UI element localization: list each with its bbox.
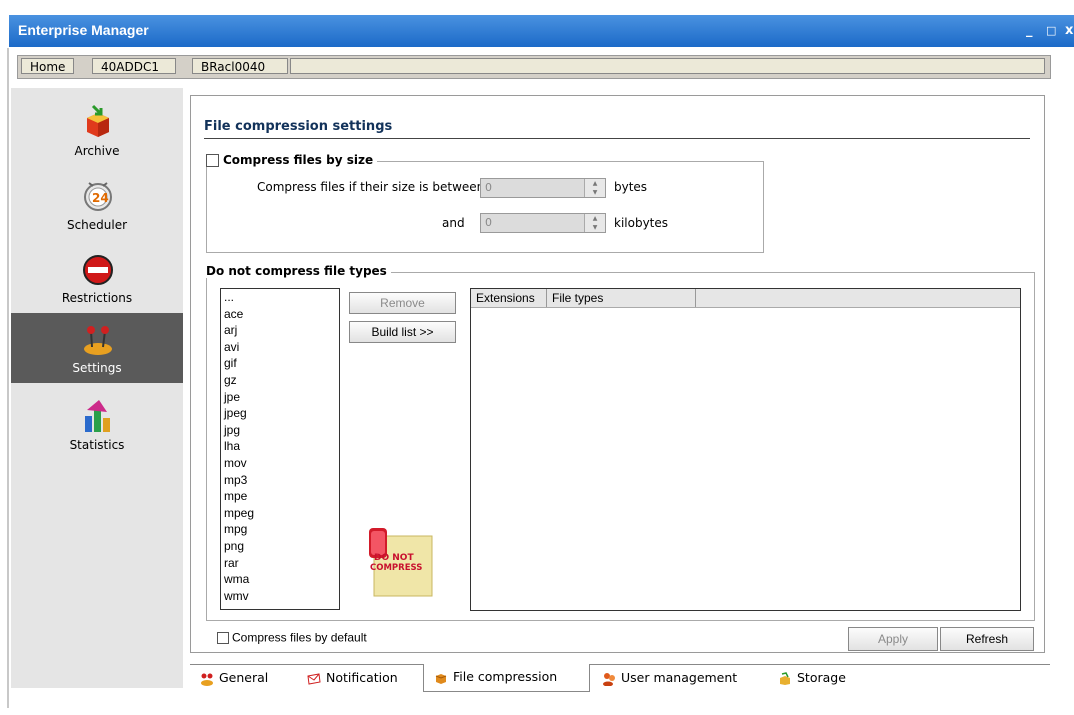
min-size-value: 0 [485, 181, 492, 194]
min-size-unit: bytes [614, 180, 648, 194]
compression-box-icon [435, 673, 447, 684]
size-between-label: Compress files if their size is between [257, 180, 485, 194]
compress-by-default-label: Compress files by default [232, 630, 367, 645]
tab-label: General [219, 670, 269, 685]
sidebar-item-label: Scheduler [66, 218, 128, 232]
compress-by-size-header: Compress files by size [206, 153, 378, 167]
apply-button[interactable]: Apply [848, 627, 938, 651]
tab-user-management[interactable]: User management [602, 666, 737, 690]
list-item[interactable]: ... [221, 289, 339, 306]
storage-box-icon [780, 671, 790, 685]
list-item[interactable]: wma [221, 571, 339, 588]
breadcrumb: Home 40ADDC1 BRacl0040 [17, 55, 1051, 79]
min-size-spinner[interactable]: ▲ ▼ [584, 179, 605, 197]
exclusions-title: Do not compress file types [206, 264, 391, 278]
minimize-button[interactable]: _ [1026, 23, 1033, 38]
compress-by-size-checkbox[interactable] [206, 154, 219, 167]
users-icon [603, 672, 615, 686]
joystick-icon [201, 673, 213, 686]
section-title: File compression settings [204, 119, 393, 134]
breadcrumb-filler [290, 58, 1045, 74]
archive-box-icon [87, 104, 109, 137]
list-item[interactable]: jpe [221, 389, 339, 406]
scheduler-clock-icon: 24 [84, 182, 112, 211]
file-types-grid[interactable]: Extensions File types [470, 288, 1021, 611]
compress-by-default-row: Compress files by default [217, 630, 367, 645]
do-not-compress-icon: DO NOT COMPRESS [369, 528, 433, 597]
column-file-types[interactable]: File types [547, 289, 696, 307]
tab-strip: General Notification File compression Us… [190, 664, 1050, 692]
svg-text:DO NOT: DO NOT [374, 553, 414, 563]
sidebar-item-archive[interactable]: Archive [11, 96, 183, 166]
section-divider [204, 138, 1030, 139]
build-list-button[interactable]: Build list >> [349, 321, 456, 343]
tab-storage[interactable]: Storage [778, 666, 846, 690]
list-item[interactable]: ace [221, 306, 339, 323]
list-item[interactable]: png [221, 538, 339, 555]
and-label: and [442, 216, 465, 230]
maximize-button[interactable]: □ [1046, 24, 1056, 37]
list-item[interactable]: wmv [221, 588, 339, 605]
tab-label: Notification [326, 670, 398, 685]
sidebar-item-label: Archive [74, 144, 120, 158]
compress-by-size-group [206, 161, 764, 253]
list-item[interactable]: gif [221, 355, 339, 372]
sidebar-item-settings[interactable]: Settings [11, 313, 183, 383]
list-item[interactable]: avi [221, 339, 339, 356]
breadcrumb-home[interactable]: Home [21, 58, 74, 74]
compress-by-default-checkbox[interactable] [217, 631, 229, 644]
list-item[interactable]: lha [221, 438, 339, 455]
sidebar-item-label: Restrictions [61, 291, 133, 305]
sidebar-item-scheduler[interactable]: 24 Scheduler [11, 170, 183, 240]
tab-general[interactable]: General [200, 666, 268, 690]
list-item[interactable]: gz [221, 372, 339, 389]
list-item[interactable]: rar [221, 555, 339, 572]
column-extensions[interactable]: Extensions [471, 289, 547, 307]
list-item[interactable]: jpg [221, 422, 339, 439]
window-frame-left [7, 48, 9, 708]
close-button[interactable]: x [1065, 23, 1073, 38]
window-title: Enterprise Manager [18, 22, 149, 38]
list-item[interactable]: mp3 [221, 472, 339, 489]
sidebar-item-restrictions[interactable]: Restrictions [11, 243, 183, 313]
max-size-input[interactable]: 0 ▲ ▼ [480, 213, 606, 233]
tab-label: Storage [797, 670, 846, 685]
tab-file-compression[interactable]: File compression [423, 664, 590, 692]
max-size-spinner[interactable]: ▲ ▼ [584, 214, 605, 232]
tab-label: User management [621, 670, 738, 685]
max-size-unit: kilobytes [614, 216, 669, 230]
joystick-settings-icon [84, 326, 112, 355]
sidebar: Archive 24 Scheduler Restrictions Settin… [11, 88, 183, 688]
sidebar-item-label: Settings [72, 361, 122, 375]
list-item[interactable]: mpeg [221, 505, 339, 522]
list-item[interactable]: mpg [221, 521, 339, 538]
sidebar-item-label: Statistics [69, 438, 125, 452]
list-item[interactable]: mov [221, 455, 339, 472]
max-size-value: 0 [485, 216, 492, 229]
list-item[interactable]: mpe [221, 488, 339, 505]
grid-header: Extensions File types [471, 289, 1020, 308]
svg-text:24: 24 [92, 191, 109, 205]
no-entry-icon [83, 255, 113, 285]
sidebar-item-statistics[interactable]: Statistics [11, 390, 183, 460]
refresh-button[interactable]: Refresh [940, 627, 1034, 651]
list-item[interactable]: arj [221, 322, 339, 339]
breadcrumb-computer[interactable]: BRacl0040 [192, 58, 288, 74]
bar-chart-icon [85, 400, 110, 432]
list-item[interactable]: jpeg [221, 405, 339, 422]
breadcrumb-server[interactable]: 40ADDC1 [92, 58, 176, 74]
min-size-input[interactable]: 0 ▲ ▼ [480, 178, 606, 198]
remove-button[interactable]: Remove [349, 292, 456, 314]
extension-list[interactable]: ... ace arj avi gif gz jpe jpeg jpg lha … [220, 288, 340, 610]
tab-label: File compression [453, 669, 558, 684]
notification-icon [307, 672, 321, 685]
tab-notification[interactable]: Notification [307, 666, 398, 690]
compress-by-size-label: Compress files by size [223, 153, 374, 167]
svg-text:COMPRESS: COMPRESS [370, 563, 422, 573]
window-titlebar: Enterprise Manager _ □ x [9, 15, 1074, 47]
